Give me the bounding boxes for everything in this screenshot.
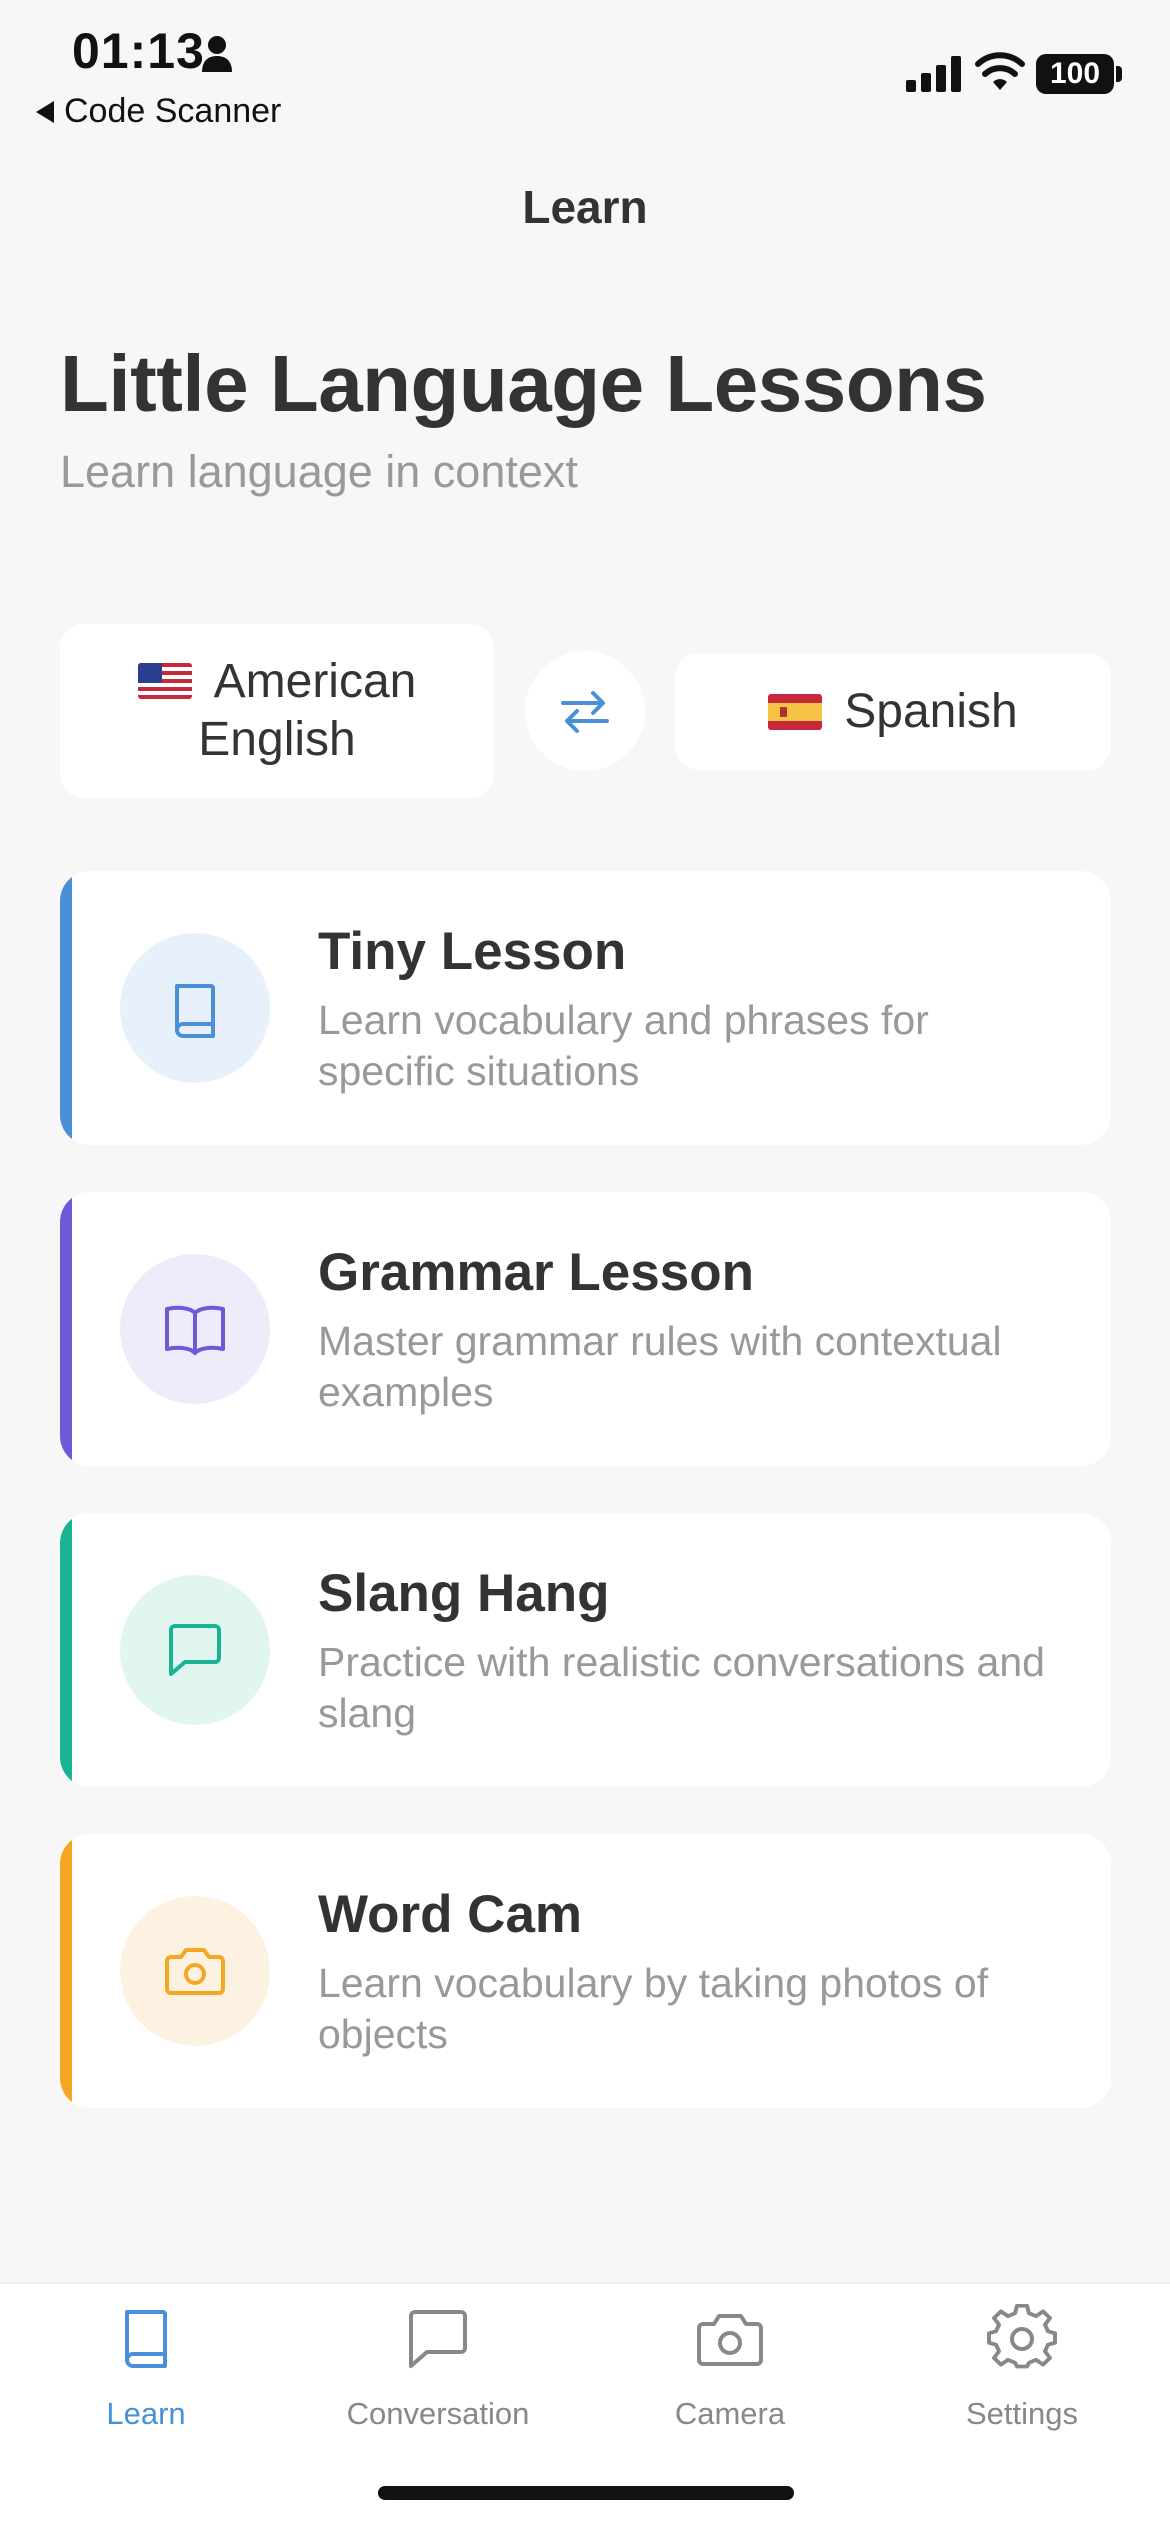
card-icon-circle bbox=[120, 1575, 270, 1725]
card-description: Master grammar rules with contextual exa… bbox=[318, 1318, 1002, 1415]
person-icon bbox=[202, 36, 232, 72]
gear-icon bbox=[987, 2304, 1057, 2369]
card-title: Slang Hang bbox=[318, 1564, 610, 1623]
tab-label: Conversation bbox=[346, 2396, 530, 2431]
card-accent-bar bbox=[60, 871, 72, 1145]
screen: 01:13 Code Scanner 100 Learn Little Lang… bbox=[0, 0, 1170, 2532]
source-language-label: American English bbox=[198, 655, 417, 766]
target-language-label: Spanish bbox=[844, 684, 1018, 738]
es-flag-icon bbox=[768, 693, 823, 730]
tab-label: Camera bbox=[674, 2396, 786, 2431]
card-accent-bar bbox=[60, 1192, 72, 1466]
card-icon-circle bbox=[120, 933, 270, 1083]
back-label: Code Scanner bbox=[64, 92, 282, 130]
camera-icon bbox=[165, 1948, 225, 1995]
card-description: Learn vocabulary by taking photos of obj… bbox=[318, 1960, 989, 2057]
us-flag-icon bbox=[137, 663, 192, 699]
tab-label: Settings bbox=[965, 2396, 1078, 2431]
card-description: Practice with realistic conversations an… bbox=[318, 1639, 1045, 1736]
signal-icon bbox=[906, 56, 961, 92]
status-time: 01:13 bbox=[72, 23, 205, 79]
card-title: Tiny Lesson bbox=[318, 922, 627, 981]
wifi-icon bbox=[975, 52, 1025, 90]
lesson-card-grammar-lesson[interactable]: Grammar Lesson Master grammar rules with… bbox=[60, 1192, 1111, 1466]
back-arrow-icon bbox=[36, 100, 54, 123]
target-language-selector[interactable]: Spanish bbox=[675, 653, 1111, 770]
lesson-card-slang-hang[interactable]: Slang Hang Practice with realistic conve… bbox=[60, 1513, 1111, 1787]
swap-arrows-icon bbox=[561, 691, 609, 733]
chat-bubble-icon bbox=[409, 2310, 467, 2368]
lesson-card-tiny-lesson[interactable]: Tiny Lesson Learn vocabulary and phrases… bbox=[60, 871, 1111, 1145]
card-description: Learn vocabulary and phrases for specifi… bbox=[318, 997, 929, 1094]
swap-languages-button[interactable] bbox=[525, 651, 645, 771]
lesson-card-word-cam[interactable]: Word Cam Learn vocabulary by taking phot… bbox=[60, 1834, 1111, 2108]
back-to-app-link[interactable]: Code Scanner bbox=[36, 92, 281, 131]
card-icon-circle bbox=[120, 1896, 270, 2046]
nav-title: Learn bbox=[522, 181, 648, 233]
tab-camera[interactable]: Camera bbox=[584, 2284, 876, 2444]
tab-learn[interactable]: Learn bbox=[0, 2284, 292, 2444]
open-book-icon bbox=[165, 1305, 225, 1355]
tab-conversation[interactable]: Conversation bbox=[292, 2284, 584, 2444]
source-language-selector[interactable]: American English bbox=[60, 624, 494, 798]
chat-bubble-icon bbox=[169, 1624, 221, 1676]
book-icon bbox=[175, 984, 215, 1038]
tab-settings[interactable]: Settings bbox=[876, 2284, 1168, 2444]
card-title: Word Cam bbox=[318, 1885, 583, 1944]
card-accent-bar bbox=[60, 1513, 72, 1787]
card-title: Grammar Lesson bbox=[318, 1243, 754, 1302]
page-subtitle: Learn language in context bbox=[60, 446, 578, 497]
battery-cap bbox=[1116, 66, 1122, 82]
card-icon-circle bbox=[120, 1254, 270, 1404]
tab-label: Learn bbox=[106, 2396, 186, 2431]
home-indicator bbox=[378, 2486, 794, 2500]
book-icon bbox=[125, 2310, 167, 2368]
camera-icon bbox=[697, 2314, 763, 2366]
battery-indicator: 100 bbox=[1036, 54, 1114, 94]
page-title: Little Language Lessons bbox=[60, 339, 987, 428]
card-accent-bar bbox=[60, 1834, 72, 2108]
